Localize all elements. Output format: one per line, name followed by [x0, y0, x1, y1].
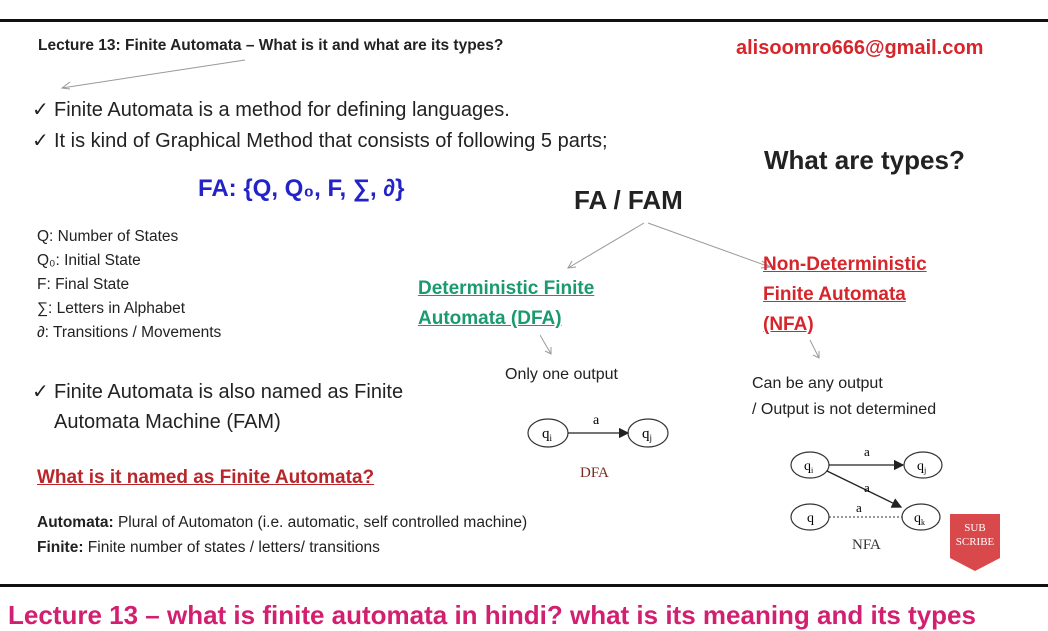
nfa-state-qk-label: qk: [914, 511, 925, 527]
title-pointer-arrow: [60, 59, 246, 90]
automata-definition: Automata: Plural of Automaton (i.e. auto…: [37, 514, 527, 532]
bullet-text: Finite Automata is also named as Finite: [54, 381, 404, 403]
dfa-heading-line2: Automata (DFA): [418, 308, 562, 329]
checkmark-icon: ✓: [32, 99, 49, 121]
nfa-symbol-3: a: [856, 500, 862, 515]
top-rule: [0, 19, 1048, 22]
subscribe-label-1: SUB: [964, 522, 985, 534]
nfa-heading: Non-Deterministic Finite Automata (NFA): [763, 250, 927, 340]
nfa-output-line2: / Output is not determined: [752, 401, 937, 418]
dfa-state-qj-label: qj: [642, 426, 652, 443]
branch-to-dfa: [567, 222, 645, 269]
lecture-title: Lecture 13: Finite Automata – What is it…: [38, 37, 504, 54]
author-email: alisoomro666@gmail.com: [736, 37, 984, 59]
automata-def-text: Plural of Automaton (i.e. automatic, sel…: [113, 514, 528, 531]
dfa-transition-symbol: a: [593, 413, 600, 428]
nfa-state-qi-label: qi: [804, 459, 814, 475]
finite-def-text: Finite number of states / letters/ trans…: [83, 539, 380, 556]
tree-root: FA / FAM: [574, 185, 683, 215]
dfa-heading: Deterministic Finite Automata (DFA): [418, 274, 594, 334]
dfa-heading-line1: Deterministic Finite: [418, 278, 595, 299]
naming-question: What is it named as Finite Automata?: [37, 467, 375, 488]
finite-definition: Finite: Finite number of states / letter…: [37, 539, 380, 557]
checkmark-icon: ✓: [32, 381, 49, 403]
legend-q0: Q₀: Initial State: [37, 252, 141, 269]
nfa-heading-line1: Non-Deterministic: [763, 254, 927, 275]
dfa-diagram: qi a qj DFA: [527, 413, 669, 481]
nfa-state-qj-label: qj: [917, 459, 926, 475]
bullet-graphical: ✓ It is kind of Graphical Method that con…: [32, 128, 608, 153]
legend-f: F: Final State: [37, 276, 130, 293]
types-title: What are types?: [764, 145, 965, 175]
nfa-output-note: Can be any output / Output is not determ…: [752, 371, 936, 423]
dfa-caption: DFA: [580, 465, 609, 481]
bottom-caption: Lecture 13 – what is finite automata in …: [8, 600, 976, 630]
branch-to-nfa: [647, 222, 771, 268]
bullet-text-cont: Automata Machine (FAM): [54, 411, 281, 433]
nfa-diagram: qi a qj a q a qk NFA: [790, 444, 943, 553]
checkmark-icon: ✓: [32, 130, 49, 152]
nfa-output-line1: Can be any output: [752, 375, 883, 392]
nfa-down-arrow-svg: [809, 339, 820, 359]
nfa-caption: NFA: [852, 537, 881, 553]
nfa-heading-line3: (NFA): [763, 314, 814, 335]
dfa-state-qi-label: qi: [542, 426, 553, 443]
bullet-definition: ✓ Finite Automata is a method for definin…: [32, 97, 510, 122]
bullet-text: Finite Automata is a method for defining…: [54, 99, 510, 121]
dfa-output-note: Only one output: [505, 366, 618, 383]
finite-term: Finite:: [37, 539, 84, 556]
subscribe-label-2: SCRIBE: [956, 536, 995, 548]
subscribe-button[interactable]: SUB SCRIBE: [950, 514, 1000, 572]
bottom-rule: [0, 584, 1048, 587]
nfa-heading-line2: Finite Automata: [763, 284, 906, 305]
nfa-state-q-label: q: [807, 511, 814, 526]
nfa-symbol-2: a: [864, 480, 870, 495]
legend-delta: ∂: Transitions / Movements: [37, 324, 222, 341]
legend-sigma: ∑: Letters in Alphabet: [37, 300, 186, 317]
bullet-text: It is kind of Graphical Method that cons…: [54, 130, 608, 152]
nfa-symbol-1: a: [864, 444, 870, 459]
bullet-fam: ✓ Finite Automata is also named as Finite…: [32, 377, 403, 437]
automata-term: Automata:: [37, 514, 114, 531]
fa-tuple-definition: FA: {Q, Q₀, F, ∑, ∂}: [198, 175, 405, 202]
legend-q: Q: Number of States: [37, 228, 179, 245]
